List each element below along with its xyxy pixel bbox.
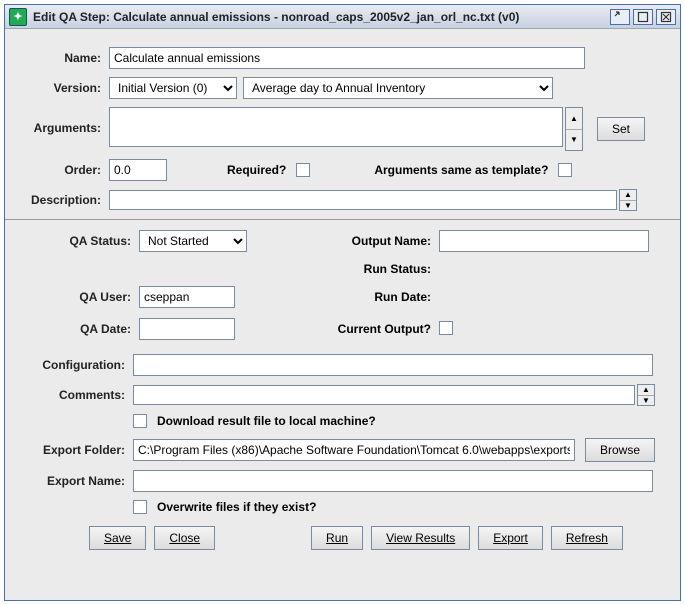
description-spinner[interactable]: ▲▼ bbox=[619, 189, 637, 211]
window: ✦ Edit QA Step: Calculate annual emissio… bbox=[4, 4, 681, 601]
close-button[interactable] bbox=[656, 9, 676, 25]
run-date-label: Run Date: bbox=[319, 290, 439, 304]
chevron-up-icon[interactable]: ▲ bbox=[638, 385, 654, 395]
method-select[interactable]: Average day to Annual Inventory bbox=[243, 77, 553, 99]
export-button[interactable]: Export bbox=[478, 526, 543, 550]
run-button[interactable]: Run bbox=[311, 526, 363, 550]
button-bar: Save Close Run View Results Export Refre… bbox=[29, 526, 656, 550]
chevron-down-icon[interactable]: ▼ bbox=[638, 395, 654, 406]
run-status-label: Run Status: bbox=[319, 262, 439, 276]
browse-button[interactable]: Browse bbox=[585, 438, 655, 462]
chevron-up-icon[interactable]: ▲ bbox=[620, 190, 636, 200]
arguments-label: Arguments: bbox=[29, 107, 109, 135]
content-area: Name: Version: Initial Version (0) Avera… bbox=[5, 29, 680, 600]
current-output-label: Current Output? bbox=[319, 322, 439, 336]
download-checkbox[interactable] bbox=[133, 414, 147, 428]
description-input[interactable] bbox=[109, 190, 617, 210]
view-results-button[interactable]: View Results bbox=[371, 526, 470, 550]
order-input[interactable] bbox=[109, 159, 167, 181]
set-button[interactable]: Set bbox=[597, 117, 645, 141]
args-template-checkbox[interactable] bbox=[558, 163, 572, 177]
chevron-down-icon[interactable]: ▼ bbox=[566, 129, 582, 151]
comments-label: Comments: bbox=[29, 388, 133, 402]
export-folder-input[interactable] bbox=[133, 439, 575, 461]
app-icon: ✦ bbox=[9, 8, 27, 26]
description-label: Description: bbox=[29, 193, 109, 207]
version-label: Version: bbox=[29, 81, 109, 95]
args-template-label: Arguments same as template? bbox=[374, 163, 548, 177]
maximize-button[interactable] bbox=[633, 9, 653, 25]
current-output-checkbox[interactable] bbox=[439, 321, 453, 335]
save-button[interactable]: Save bbox=[89, 526, 146, 550]
titlebar: ✦ Edit QA Step: Calculate annual emissio… bbox=[5, 5, 680, 29]
configuration-label: Configuration: bbox=[29, 358, 133, 372]
overwrite-label: Overwrite files if they exist? bbox=[157, 500, 316, 514]
qa-status-select[interactable]: Not Started bbox=[139, 230, 247, 252]
section-divider bbox=[5, 219, 680, 220]
chevron-up-icon[interactable]: ▲ bbox=[566, 108, 582, 129]
order-label: Order: bbox=[29, 163, 109, 177]
qa-user-label: QA User: bbox=[29, 290, 139, 304]
qa-status-label: QA Status: bbox=[29, 234, 139, 248]
detach-button[interactable] bbox=[610, 9, 630, 25]
export-name-input[interactable] bbox=[133, 470, 653, 492]
comments-input[interactable] bbox=[133, 385, 635, 405]
configuration-input[interactable] bbox=[133, 354, 653, 376]
qa-date-label: QA Date: bbox=[29, 322, 139, 336]
required-label: Required? bbox=[227, 163, 286, 177]
output-name-input[interactable] bbox=[439, 230, 649, 252]
output-name-label: Output Name: bbox=[319, 234, 439, 248]
required-checkbox[interactable] bbox=[296, 163, 310, 177]
download-label: Download result file to local machine? bbox=[157, 414, 376, 428]
window-title: Edit QA Step: Calculate annual emissions… bbox=[33, 10, 607, 24]
arguments-textarea[interactable] bbox=[109, 107, 563, 147]
name-input[interactable] bbox=[109, 47, 585, 69]
chevron-down-icon[interactable]: ▼ bbox=[620, 200, 636, 211]
comments-spinner[interactable]: ▲▼ bbox=[637, 384, 655, 406]
version-select[interactable]: Initial Version (0) bbox=[109, 77, 237, 99]
export-folder-label: Export Folder: bbox=[29, 443, 133, 457]
arguments-spinner[interactable]: ▲▼ bbox=[565, 107, 583, 151]
export-name-label: Export Name: bbox=[29, 474, 133, 488]
close-button-bottom[interactable]: Close bbox=[154, 526, 215, 550]
qa-date-input[interactable] bbox=[139, 318, 235, 340]
refresh-button[interactable]: Refresh bbox=[551, 526, 623, 550]
name-label: Name: bbox=[29, 51, 109, 65]
qa-user-input[interactable] bbox=[139, 286, 235, 308]
overwrite-checkbox[interactable] bbox=[133, 500, 147, 514]
